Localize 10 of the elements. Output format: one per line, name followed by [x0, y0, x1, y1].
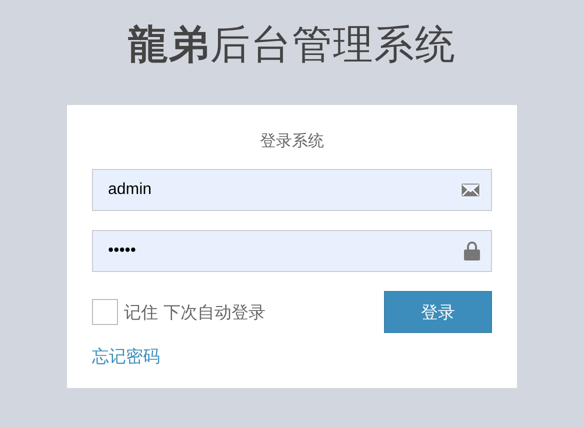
envelope-icon: [461, 183, 480, 197]
remember-checkbox[interactable]: [92, 299, 118, 325]
login-heading: 登录系统: [259, 131, 325, 151]
forgot-password-link[interactable]: 忘记密码: [92, 345, 160, 368]
lock-icon: [464, 242, 480, 260]
username-field[interactable]: admin: [92, 169, 492, 211]
page-title: 龍弟后台管理系统: [128, 21, 456, 70]
password-field[interactable]: •••••: [92, 230, 492, 272]
login-button[interactable]: 登录: [384, 291, 492, 333]
remember-label: 记住 下次自动登录: [124, 302, 266, 324]
